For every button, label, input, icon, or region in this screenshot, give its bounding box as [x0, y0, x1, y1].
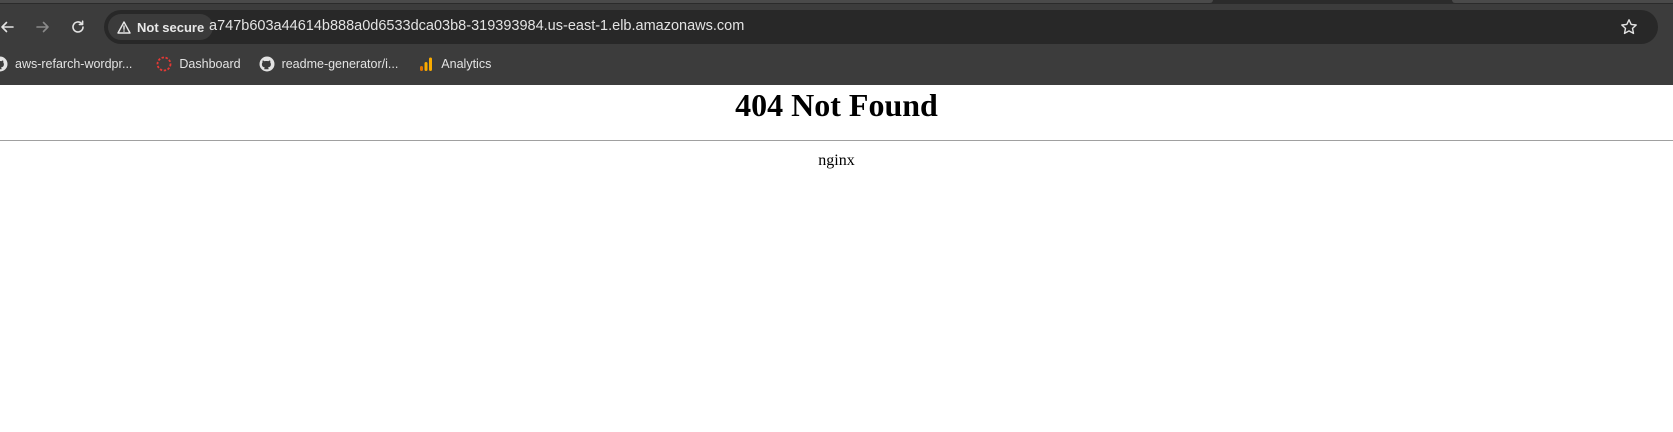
bookmark-analytics[interactable]: Analytics: [410, 52, 499, 76]
browser-toolbar: Not secure a747b603a44614b888a0d6533dca0…: [0, 10, 1673, 44]
reload-button[interactable]: [63, 12, 93, 42]
bookmarks-bar: aws-refarch-wordpr... Dashboard readme-g…: [0, 52, 499, 76]
error-heading: 404 Not Found: [735, 87, 938, 123]
bookmark-dashboard[interactable]: Dashboard: [148, 52, 248, 76]
bookmark-label: Analytics: [441, 57, 492, 71]
github-icon: [0, 56, 8, 72]
bookmark-label: aws-refarch-wordpr...: [15, 57, 133, 71]
bookmark-star-button[interactable]: [1618, 16, 1640, 38]
reload-icon: [72, 20, 84, 33]
tab-strip: [0, 0, 1673, 4]
forward-button[interactable]: [28, 12, 58, 42]
active-tab-edge[interactable]: [0, 0, 1213, 3]
bookmark-aws-refarch[interactable]: aws-refarch-wordpr...: [0, 52, 140, 76]
security-chip[interactable]: Not secure: [108, 14, 214, 40]
inactive-tab-edge[interactable]: [1452, 0, 1673, 3]
dashboard-icon: [156, 56, 172, 72]
security-chip-label: Not secure: [137, 19, 205, 35]
browser-chrome: Not secure a747b603a44614b888a0d6533dca0…: [0, 0, 1673, 85]
address-bar[interactable]: Not secure a747b603a44614b888a0d6533dca0…: [104, 10, 1658, 44]
server-name: nginx: [818, 152, 855, 169]
page-content: 404 Not Found nginx: [0, 85, 1673, 432]
arrow-right-icon: [36, 21, 49, 33]
back-button[interactable]: [0, 12, 22, 42]
analytics-icon: [418, 56, 434, 72]
star-icon: [1621, 19, 1637, 35]
url-text[interactable]: a747b603a44614b888a0d6533dca03b8-3193939…: [209, 18, 744, 34]
bookmark-readme-generator[interactable]: readme-generator/i...: [251, 52, 407, 76]
arrow-left-icon: [1, 21, 14, 33]
bookmark-label: Dashboard: [179, 57, 241, 71]
bookmark-label: readme-generator/i...: [281, 57, 399, 71]
divider: [0, 140, 1673, 141]
github-icon: [259, 56, 275, 72]
warning-icon: [117, 20, 131, 34]
